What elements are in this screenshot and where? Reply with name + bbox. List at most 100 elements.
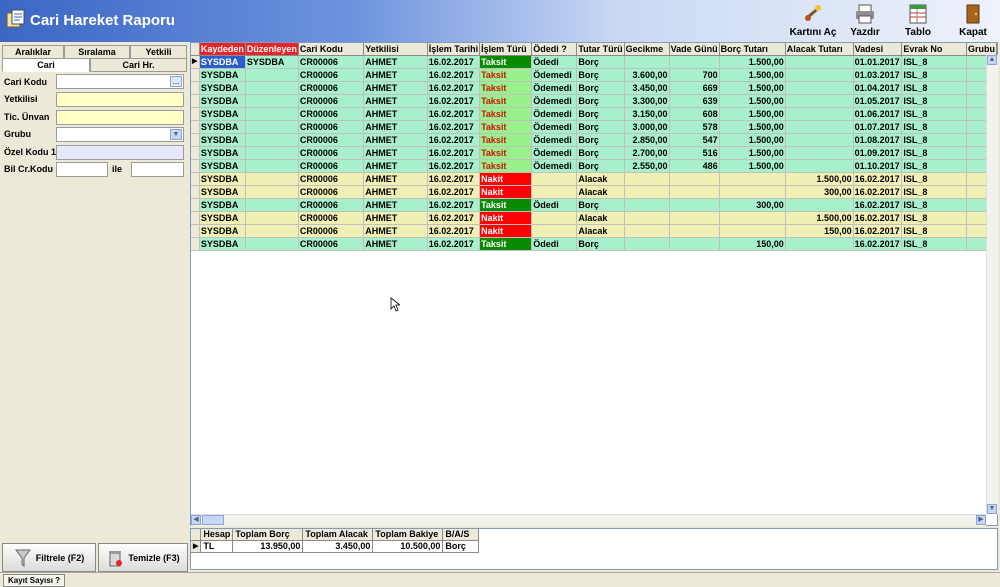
table-cell[interactable]: 16.02.2017 [427,237,481,251]
table-cell[interactable] [785,159,854,173]
clear-button[interactable]: Temizle (F3) [98,543,188,572]
table-cell[interactable]: Taksit [479,94,533,108]
table-cell[interactable] [245,224,299,238]
table-cell[interactable] [245,81,299,95]
record-count-button[interactable]: Kayıt Sayısı ? [3,574,66,587]
table-cell[interactable]: AHMET [363,94,428,108]
tab-araliklar[interactable]: Aralıklar [2,45,64,59]
table-cell[interactable]: Ödemedi [531,146,578,160]
table-cell[interactable] [624,224,670,238]
table-cell[interactable]: AHMET [363,107,428,121]
table-cell[interactable]: 16.02.2017 [427,133,481,147]
table-cell[interactable]: Alacak [576,224,625,238]
scroll-right-icon[interactable]: ▶ [976,515,986,525]
horizontal-scrollbar[interactable]: ◀ ▶ [191,514,986,526]
table-cell[interactable]: CR00006 [298,224,365,238]
table-cell[interactable]: 486 [669,159,720,173]
table-cell[interactable] [624,211,670,225]
table-cell[interactable]: Ödemedi [531,81,578,95]
table-cell[interactable]: SYSDBA [199,68,246,82]
table-cell[interactable]: 1.500,00 [719,159,786,173]
filter-button[interactable]: Filtrele (F2) [2,543,96,572]
table-cell[interactable]: 516 [669,146,720,160]
table-cell[interactable]: 16.02.2017 [853,185,903,199]
table-cell[interactable]: 1.500,00 [719,133,786,147]
table-cell[interactable]: 16.02.2017 [427,211,481,225]
table-cell[interactable]: 01.10.2017 [853,159,903,173]
table-cell[interactable] [245,146,299,160]
table-cell[interactable]: AHMET [363,224,428,238]
table-cell[interactable]: Ödemedi [531,159,578,173]
table-cell[interactable]: Taksit [479,107,533,121]
table-cell[interactable]: CR00006 [298,185,365,199]
table-cell[interactable]: AHMET [363,120,428,134]
table-cell[interactable] [785,68,854,82]
print-button[interactable]: Yazdır [845,2,885,40]
table-cell[interactable] [669,172,720,186]
table-cell[interactable] [245,94,299,108]
column-header[interactable]: Kaydeden [199,43,246,56]
table-row[interactable]: SYSDBA CR00006 AHMET 16.02.2017 Taksit Ödemed… [191,133,997,147]
table-cell[interactable]: ISL_8 [901,68,967,82]
table-cell[interactable]: 01.07.2017 [853,120,903,134]
table-cell[interactable]: Ödemedi [531,68,578,82]
table-cell[interactable]: 01.04.2017 [853,81,903,95]
chevron-down-icon[interactable]: ▼ [170,129,182,140]
table-cell[interactable]: SYSDBA [199,185,246,199]
table-cell[interactable]: 1.500,00 [785,211,854,225]
table-cell[interactable] [785,94,854,108]
table-cell[interactable]: Borç [576,68,625,82]
scroll-down-icon[interactable]: ▼ [987,504,997,514]
table-cell[interactable]: CR00006 [298,107,365,121]
scroll-left-icon[interactable]: ◀ [191,515,201,525]
table-cell[interactable]: 3.300,00 [624,94,670,108]
table-cell[interactable]: CR00006 [298,120,365,134]
table-cell[interactable]: SYSDBA [199,133,246,147]
table-cell[interactable]: 1.500,00 [719,81,786,95]
table-cell[interactable]: Taksit [479,81,533,95]
table-cell[interactable]: 1.500,00 [719,120,786,134]
table-cell[interactable]: 2.850,00 [624,133,670,147]
column-header[interactable]: Evrak No [901,43,967,56]
table-cell[interactable]: 16.02.2017 [853,172,903,186]
table-row[interactable]: SYSDBA CR00006 AHMET 16.02.2017 Taksit Ödedi B… [191,237,997,251]
table-cell[interactable]: ISL_8 [901,55,967,69]
table-cell[interactable]: 16.02.2017 [427,120,481,134]
table-cell[interactable]: 3.150,00 [624,107,670,121]
table-cell[interactable]: 300,00 [785,185,854,199]
table-cell[interactable] [245,211,299,225]
table-cell[interactable]: 16.02.2017 [427,68,481,82]
table-cell[interactable]: Borç [576,133,625,147]
table-cell[interactable]: SYSDBA [199,146,246,160]
column-header[interactable]: Vade Günü [669,43,720,56]
table-cell[interactable]: Ödemedi [531,107,578,121]
table-cell[interactable]: 16.02.2017 [427,185,481,199]
table-cell[interactable] [785,146,854,160]
table-button[interactable]: Tablo [900,2,936,40]
tab-siralama[interactable]: Sıralama [64,45,130,59]
table-cell[interactable] [719,185,786,199]
vertical-scrollbar[interactable]: ▲ ▼ [986,55,998,514]
table-cell[interactable] [245,120,299,134]
table-cell[interactable]: Ödedi [531,55,578,69]
table-row[interactable]: SYSDBA CR00006 AHMET 16.02.2017 Nakit Alacak 1… [191,224,997,238]
table-cell[interactable]: SYSDBA [199,120,246,134]
table-cell[interactable] [531,172,578,186]
column-header[interactable]: Ödedi ? [531,43,578,56]
bil-cr-kodu-from-input[interactable] [56,162,108,177]
table-cell[interactable] [785,133,854,147]
table-cell[interactable]: Nakit [479,224,533,238]
table-cell[interactable]: AHMET [363,211,428,225]
table-cell[interactable] [624,185,670,199]
table-cell[interactable]: 16.02.2017 [853,198,903,212]
table-cell[interactable]: AHMET [363,198,428,212]
table-cell[interactable]: 16.02.2017 [853,224,903,238]
table-cell[interactable]: Borç [576,94,625,108]
table-cell[interactable]: Nakit [479,185,533,199]
ozel-kodu-input[interactable] [56,145,184,160]
table-cell[interactable] [245,159,299,173]
table-cell[interactable]: Borç [576,146,625,160]
scroll-thumb[interactable] [202,515,224,525]
table-cell[interactable] [785,120,854,134]
column-header[interactable]: Cari Kodu [298,43,365,56]
